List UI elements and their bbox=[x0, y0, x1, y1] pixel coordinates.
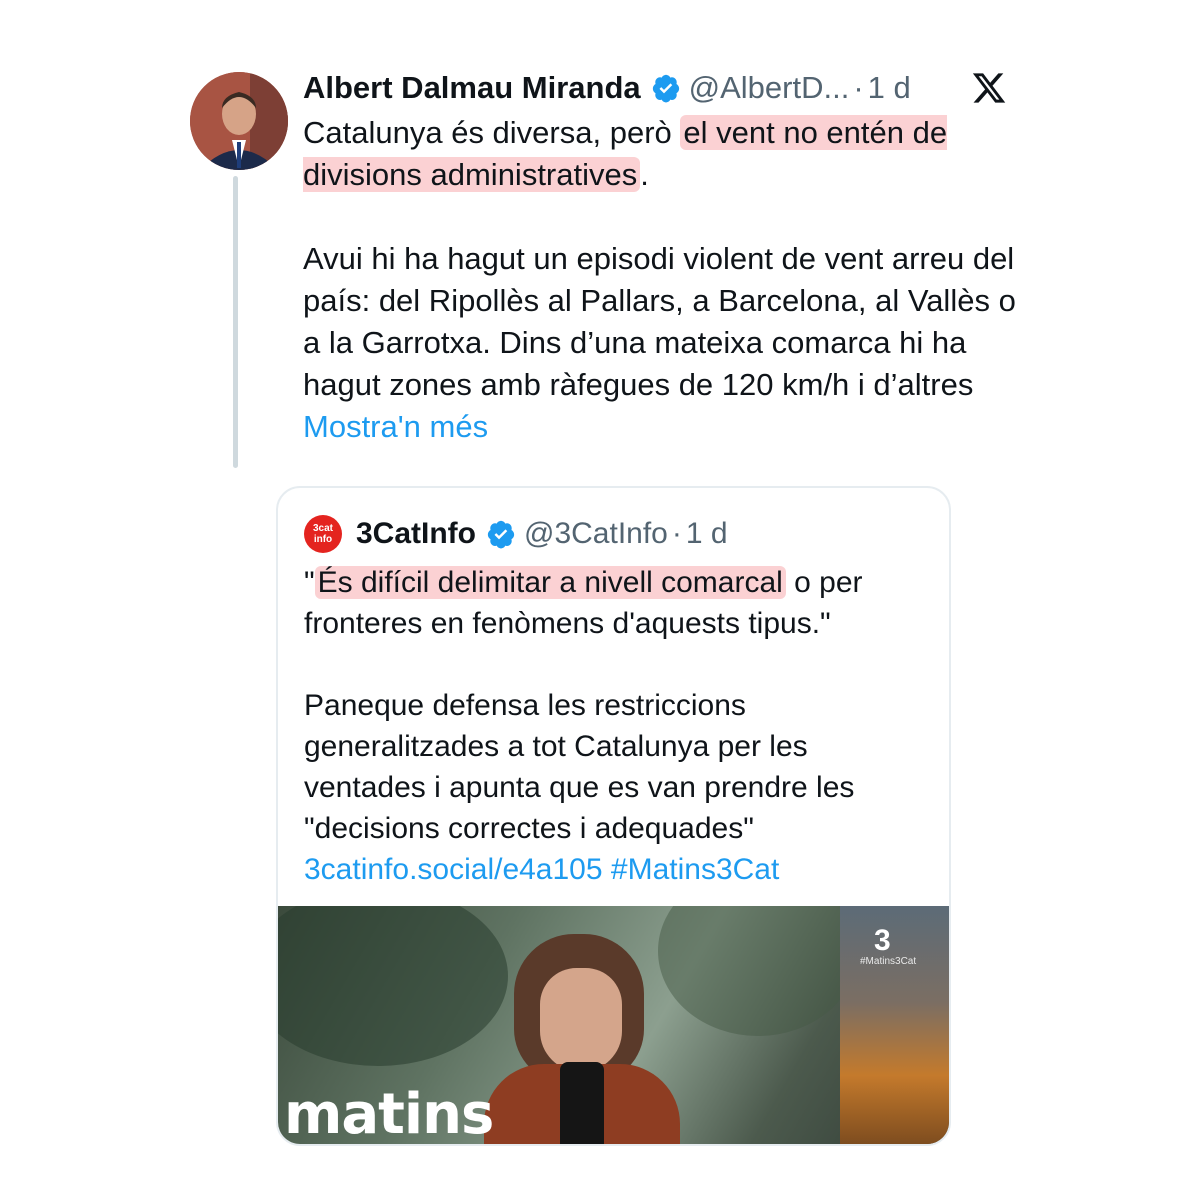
verified-badge-icon bbox=[487, 520, 515, 549]
quote-handle[interactable]: @3CatInfo bbox=[524, 517, 668, 551]
tweet-time[interactable]: 1 d bbox=[868, 70, 911, 106]
author-avatar[interactable] bbox=[190, 72, 288, 170]
quote-paragraph-1: " És difícil delimitar a nivell comarcal … bbox=[304, 562, 934, 644]
presenter-face bbox=[540, 968, 622, 1072]
quote-avatar-line-1: 3cat bbox=[312, 523, 333, 534]
channel-hashtag: #Matins3Cat bbox=[860, 956, 917, 967]
author-name[interactable]: Albert Dalmau Miranda bbox=[303, 70, 641, 106]
quote-separator: · bbox=[671, 517, 682, 550]
avatar-photo bbox=[190, 72, 288, 170]
quote-text: " És difícil delimitar a nivell comarcal … bbox=[304, 562, 934, 890]
quoted-tweet-card[interactable]: 3cat info 3CatInfo @3CatInfo · 1 d " És d… bbox=[276, 486, 951, 1146]
tweet-text-end: . bbox=[640, 157, 649, 192]
quote-highlighted-phrase: És difícil delimitar a nivell comarcal bbox=[314, 566, 786, 599]
show-more-link[interactable]: Mostra'n més bbox=[303, 409, 488, 444]
thread-connector bbox=[233, 176, 238, 468]
quote-open-mark: " bbox=[304, 566, 315, 599]
quote-avatar[interactable]: 3cat info bbox=[304, 515, 342, 553]
author-handle[interactable]: @AlbertD... bbox=[689, 70, 850, 106]
quote-link[interactable]: 3catinfo.social/e4a105 bbox=[304, 853, 603, 886]
background-foliage bbox=[658, 906, 858, 1036]
quote-paragraph-2: Paneque defensa les restriccions general… bbox=[304, 685, 934, 890]
show-name-overlay: matins bbox=[284, 1082, 494, 1146]
quote-hashtag[interactable]: #Matins3Cat bbox=[611, 853, 779, 886]
quote-author-name[interactable]: 3CatInfo bbox=[356, 517, 476, 551]
quote-avatar-line-2: info bbox=[313, 534, 333, 545]
verified-badge-icon bbox=[652, 74, 679, 103]
tweet-header: Albert Dalmau Miranda @AlbertD... · 1 d bbox=[303, 68, 911, 108]
tweet-text: Catalunya és diversa, però el vent no en… bbox=[303, 112, 1023, 448]
quote-media-image[interactable]: 3 #Matins3Cat matins bbox=[278, 906, 949, 1146]
tweet-paragraph-1: Catalunya és diversa, però el vent no en… bbox=[303, 112, 1023, 196]
x-logo-icon bbox=[972, 73, 1006, 103]
quote-text-body: Paneque defensa les restriccions general… bbox=[304, 689, 855, 845]
tweet-text-plain: Catalunya és diversa, però bbox=[303, 115, 681, 150]
studio-side-panel bbox=[840, 906, 949, 1144]
quote-time[interactable]: 1 d bbox=[686, 517, 728, 551]
header-separator: · bbox=[853, 70, 864, 105]
tweet-paragraph-2: Avui hi ha hagut un episodi violent de v… bbox=[303, 238, 1023, 448]
quote-header: 3cat info 3CatInfo @3CatInfo · 1 d bbox=[304, 514, 728, 554]
background-foliage bbox=[278, 906, 508, 1066]
presenter-top bbox=[560, 1062, 604, 1144]
tweet-text-body: Avui hi ha hagut un episodi violent de v… bbox=[303, 241, 1016, 402]
channel-logo: 3 bbox=[874, 924, 891, 957]
